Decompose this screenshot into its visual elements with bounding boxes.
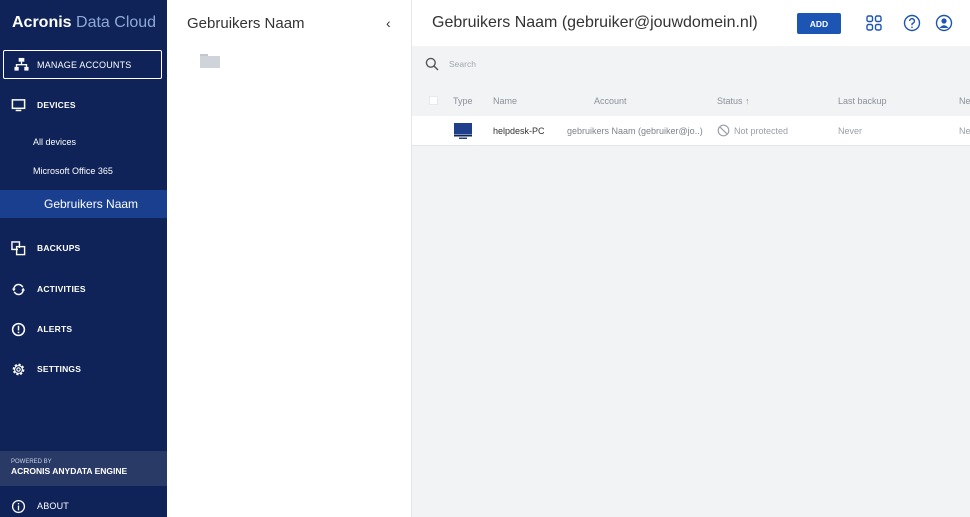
panel-title: Gebruikers Naam bbox=[187, 15, 305, 32]
nav-settings[interactable]: SETTINGS bbox=[0, 359, 167, 379]
nav-devices-label: DEVICES bbox=[37, 100, 76, 110]
not-protected-icon bbox=[717, 124, 730, 137]
col-header-type[interactable]: Type bbox=[453, 96, 473, 106]
main-header: Gebruikers Naam (gebruiker@jouwdomein.nl… bbox=[412, 0, 970, 46]
search-bar[interactable]: Search bbox=[412, 50, 970, 78]
device-account: gebruikers Naam (gebruiker@jo..) bbox=[567, 126, 703, 136]
col-header-account[interactable]: Account bbox=[594, 96, 627, 106]
sidebar-item-label: Microsoft Office 365 bbox=[33, 166, 113, 176]
search-icon bbox=[425, 57, 439, 71]
folder-panel: Gebruikers Naam ‹ bbox=[167, 0, 412, 517]
gear-icon bbox=[12, 363, 25, 375]
col-header-last-backup[interactable]: Last backup bbox=[838, 96, 887, 106]
main-panel: Gebruikers Naam (gebruiker@jouwdomein.nl… bbox=[412, 0, 970, 517]
device-name: helpdesk-PC bbox=[493, 126, 545, 136]
nav-alerts-label: ALERTS bbox=[37, 324, 73, 334]
col-header-name[interactable]: Name bbox=[493, 96, 517, 106]
sidebar: Acronis Data Cloud MANAGE ACCOUNTS DEVIC… bbox=[0, 0, 167, 517]
monitor-icon bbox=[11, 98, 26, 111]
activities-icon bbox=[11, 283, 26, 295]
nav-about-label: ABOUT bbox=[37, 501, 70, 511]
table-row[interactable]: helpdesk-PC gebruikers Naam (gebruiker@j… bbox=[412, 116, 970, 146]
sidebar-item-office365[interactable]: Microsoft Office 365 bbox=[0, 161, 167, 181]
nav-settings-label: SETTINGS bbox=[37, 364, 82, 374]
brand-name: Acronis bbox=[12, 14, 72, 31]
user-account-icon[interactable] bbox=[934, 13, 954, 33]
powered-by-label: POWERED BY bbox=[11, 459, 52, 465]
nav-backups-label: BACKUPS bbox=[37, 243, 81, 253]
next-backup-value: Ne bbox=[959, 126, 970, 136]
backups-icon bbox=[11, 240, 26, 255]
manage-accounts-button[interactable]: MANAGE ACCOUNTS bbox=[3, 50, 162, 79]
nav-about[interactable]: ABOUT bbox=[0, 497, 167, 515]
nav-activities-label: ACTIVITIES bbox=[37, 284, 86, 294]
grid-apps-icon[interactable] bbox=[864, 13, 884, 33]
sidebar-item-all-devices[interactable]: All devices bbox=[0, 132, 167, 152]
add-button[interactable]: ADD bbox=[797, 13, 841, 34]
brand-logo: Acronis Data Cloud bbox=[12, 14, 156, 32]
help-icon[interactable] bbox=[902, 13, 922, 33]
engine-label: ACRONIS ANYDATA ENGINE bbox=[11, 466, 128, 476]
col-header-next-backup[interactable]: Ne bbox=[959, 96, 970, 106]
brand-product: Data Cloud bbox=[71, 14, 157, 31]
powered-by-banner: POWERED BY ACRONIS ANYDATA ENGINE bbox=[0, 451, 167, 486]
nav-alerts[interactable]: ALERTS bbox=[0, 319, 167, 339]
last-backup-value: Never bbox=[838, 126, 863, 136]
collapse-panel-button[interactable]: ‹ bbox=[386, 15, 400, 31]
col-header-status[interactable]: Status ↑ bbox=[717, 96, 750, 106]
status-badge: Not protected bbox=[734, 126, 789, 136]
sidebar-item-label: Gebruikers Naam bbox=[44, 197, 139, 211]
folder-icon[interactable] bbox=[200, 54, 220, 68]
alert-icon bbox=[11, 322, 26, 336]
nav-activities[interactable]: ACTIVITIES bbox=[0, 279, 167, 299]
select-all-checkbox[interactable] bbox=[429, 96, 438, 105]
nav-backups[interactable]: BACKUPS bbox=[0, 238, 167, 258]
nav-devices[interactable]: DEVICES bbox=[0, 95, 167, 115]
manage-accounts-label: MANAGE ACCOUNTS bbox=[37, 59, 132, 70]
info-icon bbox=[11, 499, 26, 513]
sidebar-item-gebruikers-naam[interactable]: Gebruikers Naam bbox=[0, 190, 167, 218]
desktop-computer-icon bbox=[454, 123, 472, 139]
sidebar-item-label: All devices bbox=[33, 137, 77, 147]
search-input[interactable]: Search bbox=[449, 59, 476, 69]
page-title: Gebruikers Naam (gebruiker@jouwdomein.nl… bbox=[432, 14, 758, 31]
org-chart-icon bbox=[14, 57, 29, 71]
